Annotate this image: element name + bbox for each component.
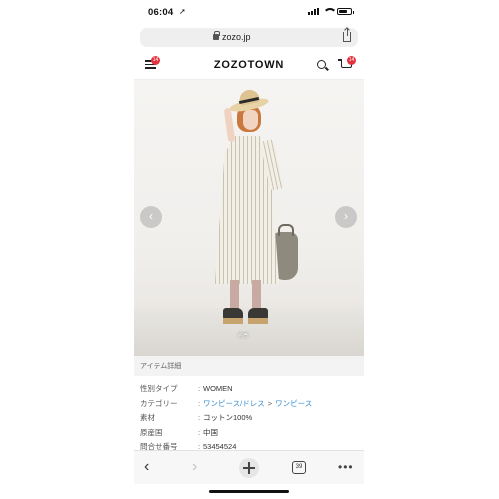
category-link-dress[interactable]: ワンピース/ドレス: [203, 397, 265, 412]
status-icons: [308, 8, 354, 15]
photo-leg-left: [230, 280, 239, 310]
photo-sole-right: [248, 318, 268, 324]
spec-label: 性別タイプ: [140, 384, 178, 393]
category-link-onepiece[interactable]: ワンピース: [275, 397, 312, 412]
spec-label: 素材: [140, 413, 155, 422]
photo-credit: 完売: [238, 333, 249, 339]
spec-value: WOMEN: [203, 384, 233, 393]
spec-row-gender: 性別タイプ : WOMEN: [140, 382, 360, 397]
share-icon[interactable]: [343, 28, 351, 42]
spec-row-category: カテゴリー : ワンピース/ドレス > ワンピース: [140, 397, 360, 412]
status-bar: 06:04 ➚: [134, 0, 364, 26]
spec-label: カテゴリー: [140, 398, 178, 408]
photo-hat: [228, 88, 270, 115]
tabs-count-button[interactable]: 39: [292, 461, 306, 474]
back-icon[interactable]: ‹: [144, 458, 149, 476]
new-tab-icon[interactable]: [239, 458, 259, 478]
battery-icon: [337, 8, 354, 15]
item-details-title: アイテム詳細: [140, 363, 182, 370]
forward-icon[interactable]: ›: [192, 458, 197, 476]
site-logo[interactable]: ZOZOTOWN: [134, 59, 364, 71]
spec-row-material: 素材 : コットン100%: [140, 411, 360, 426]
photo-face: [243, 110, 258, 130]
category-separator: >: [267, 398, 273, 408]
phone-screen: 06:04 ➚ zozo.jp 14 ZOZOTOWN 14 完売 アイテム詳細…: [134, 0, 364, 499]
search-icon[interactable]: [317, 60, 326, 69]
product-photo[interactable]: 完売: [134, 80, 364, 356]
photo-leg-right: [252, 280, 261, 310]
spec-value: コットン100%: [203, 413, 253, 422]
location-arrow-icon: ➚: [179, 7, 186, 16]
url-text: zozo.jp: [222, 32, 251, 42]
status-time: 06:04: [148, 7, 174, 18]
photo-arm: [223, 107, 236, 143]
carousel-prev-button[interactable]: ‹: [140, 206, 162, 228]
spec-value: 中国: [203, 427, 218, 437]
item-details-header: アイテム詳細: [134, 356, 364, 376]
home-indicator[interactable]: [209, 490, 289, 493]
lock-icon: [213, 31, 220, 40]
cart-badge: 14: [347, 56, 356, 65]
photo-sole-left: [223, 318, 243, 324]
spec-table: 性別タイプ : WOMEN カテゴリー : ワンピース/ドレス > ワンピース …: [140, 382, 360, 455]
browser-toolbar: ‹ › 39 •••: [134, 450, 364, 484]
spec-label: 原産国: [140, 427, 163, 437]
wifi-icon: [323, 8, 337, 15]
spec-row-origin: 原産国 : 中国: [140, 426, 360, 441]
signal-icon: [308, 8, 319, 15]
site-header: 14 ZOZOTOWN 14: [134, 50, 364, 80]
more-options-icon[interactable]: •••: [338, 460, 354, 474]
carousel-next-button[interactable]: ›: [335, 206, 357, 228]
address-bar[interactable]: zozo.jp: [140, 28, 358, 47]
